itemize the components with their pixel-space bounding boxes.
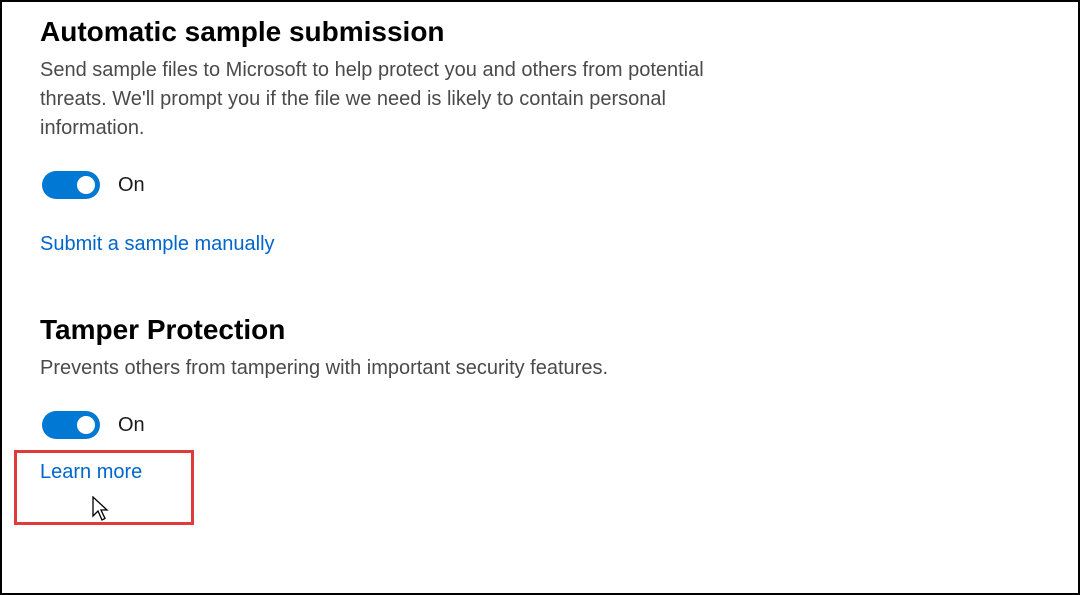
section-description-tamper-protection: Prevents others from tampering with impo… [40, 354, 760, 383]
submit-sample-manually-link[interactable]: Submit a sample manually [40, 233, 275, 256]
toggle-automatic-sample-submission[interactable] [42, 171, 100, 199]
mouse-cursor-icon [92, 496, 112, 522]
section-title-tamper-protection: Tamper Protection [40, 314, 1040, 346]
toggle-knob [77, 416, 95, 434]
toggle-row-tamper-protection: On [40, 411, 1040, 439]
section-title-automatic-sample: Automatic sample submission [40, 16, 1040, 48]
learn-more-link[interactable]: Learn more [40, 461, 142, 484]
tamper-protection-section: Tamper Protection Prevents others from t… [40, 314, 1040, 484]
toggle-label-tamper-protection: On [118, 414, 145, 437]
toggle-row-automatic-sample: On [40, 171, 1040, 199]
toggle-label-automatic-sample: On [118, 174, 145, 197]
toggle-tamper-protection[interactable] [42, 411, 100, 439]
automatic-sample-submission-section: Automatic sample submission Send sample … [40, 16, 1040, 256]
section-description-automatic-sample: Send sample files to Microsoft to help p… [40, 56, 760, 143]
toggle-knob [77, 176, 95, 194]
